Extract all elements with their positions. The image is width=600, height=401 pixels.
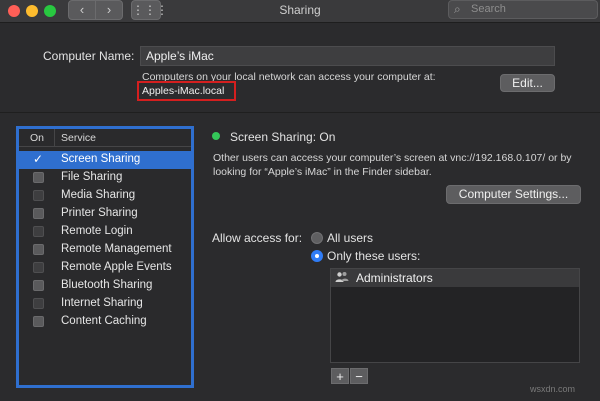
service-checkbox[interactable] [33,244,44,255]
watermark-text: wsxdn.com [530,384,576,394]
service-label: Media Sharing [61,189,136,201]
user-row[interactable]: Administrators [331,269,579,287]
service-checkbox[interactable] [33,226,44,237]
service-row-file-sharing[interactable]: File Sharing [19,169,191,187]
all-users-radio[interactable] [311,232,323,244]
service-row-screen-sharing[interactable]: ✓ Screen Sharing [19,151,191,169]
service-checkbox[interactable] [33,316,44,327]
service-row-media-sharing[interactable]: Media Sharing [19,187,191,205]
search-icon: ⌕ [454,2,461,16]
only-these-users-label: Only these users: [327,249,421,263]
column-header-on: On [30,132,45,144]
service-row-remote-apple-events[interactable]: Remote Apple Events [19,259,191,277]
allow-access-label: Allow access for: [212,231,303,245]
service-row-internet-sharing[interactable]: Internet Sharing [19,295,191,313]
users-list: Administrators [330,268,580,363]
users-group-icon [335,271,349,286]
service-label: Internet Sharing [61,297,143,309]
service-checkbox[interactable] [33,262,44,273]
vnc-description-line1: Other users can access your computer’s s… [213,152,572,164]
local-hostname: Apples-iMac.local [142,85,225,97]
service-checkbox[interactable] [33,172,44,183]
status-indicator-icon [212,132,220,140]
service-checkbox[interactable] [33,190,44,201]
column-separator [54,129,55,146]
computer-name-label: Computer Name: [43,49,135,63]
service-checkbox[interactable] [33,298,44,309]
screen-sharing-status: Screen Sharing: On [230,130,336,144]
only-these-users-radio[interactable] [311,250,323,262]
service-row-printer-sharing[interactable]: Printer Sharing [19,205,191,223]
search-input[interactable]: ⌕ Search [448,0,598,19]
computer-name-field[interactable]: Apple’s iMac [140,46,555,66]
all-users-label: All users [327,231,374,245]
checkmark-icon[interactable]: ✓ [33,153,44,165]
remove-user-button[interactable]: − [350,368,368,384]
service-label: Screen Sharing [61,153,141,165]
service-label: Remote Apple Events [61,261,172,273]
service-checkbox[interactable] [33,280,44,291]
service-checkbox[interactable] [33,208,44,219]
service-row-bluetooth-sharing[interactable]: Bluetooth Sharing [19,277,191,295]
service-row-content-caching[interactable]: Content Caching [19,313,191,331]
services-list: On Service ✓ Screen Sharing File Sharing… [16,126,194,388]
edit-button[interactable]: Edit... [500,74,555,92]
service-label: Printer Sharing [61,207,138,219]
computer-settings-button[interactable]: Computer Settings... [446,185,581,204]
window-titlebar: ‹ › ⋮⋮⋮ Sharing ⌕ Search [0,0,600,23]
user-name: Administrators [356,271,433,285]
add-user-button[interactable]: + [331,368,349,384]
service-label: Remote Login [61,225,133,237]
vnc-description-line2: looking for “Apple’s iMac” in the Finder… [213,166,432,178]
services-list-header: On Service [19,129,191,147]
service-label: Content Caching [61,315,147,327]
column-header-service: Service [61,132,97,144]
service-row-remote-management[interactable]: Remote Management [19,241,191,259]
service-label: File Sharing [61,171,123,183]
search-placeholder: Search [471,3,506,15]
service-row-remote-login[interactable]: Remote Login [19,223,191,241]
service-label: Remote Management [61,243,172,255]
section-divider [0,112,600,113]
service-label: Bluetooth Sharing [61,279,153,291]
